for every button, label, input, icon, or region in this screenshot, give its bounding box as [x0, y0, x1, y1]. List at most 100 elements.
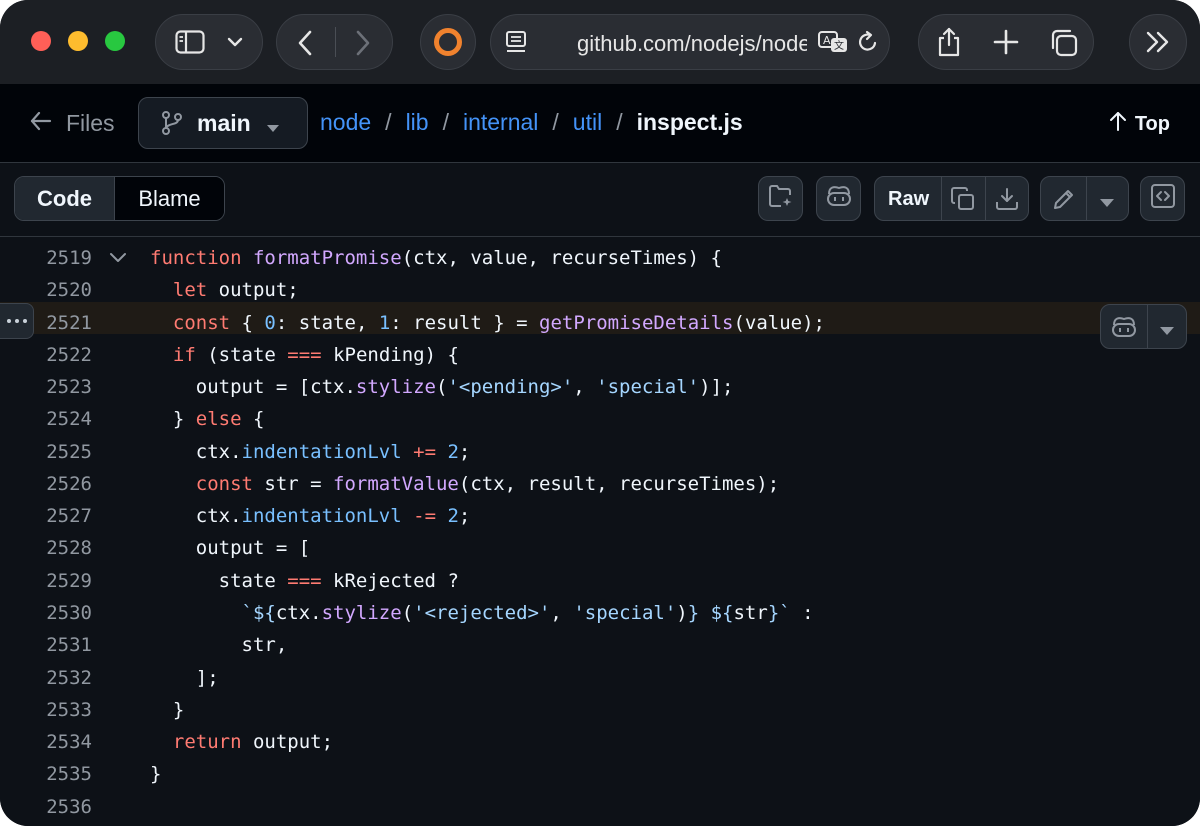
address-bar[interactable]: github.com/nodejs/node A文 [490, 14, 890, 70]
tabs-overview-icon[interactable] [1049, 28, 1079, 58]
line-number[interactable]: 2534 [0, 726, 92, 758]
add-file-button[interactable] [758, 176, 803, 221]
branch-selector-button[interactable]: main [138, 97, 308, 149]
code-line[interactable]: 2521 const { 0: state, 1: result } = get… [0, 307, 1200, 339]
line-number[interactable]: 2524 [0, 403, 92, 435]
line-number[interactable]: 2532 [0, 662, 92, 694]
breadcrumb-separator: / [552, 109, 559, 135]
breadcrumb: node / lib / internal / util / inspect.j… [320, 109, 743, 136]
symbols-icon [1150, 183, 1176, 214]
browser-toolbar: github.com/nodejs/node A文 [0, 0, 1200, 85]
browser-window: github.com/nodejs/node A文 Files main nod… [0, 0, 1200, 826]
code-line[interactable]: 2532 ]; [0, 662, 1200, 694]
file-name: inspect.js [636, 109, 743, 135]
code-line[interactable]: 2528 output = [ [0, 532, 1200, 564]
line-source: ctx.indentationLvl += 2; [150, 440, 471, 463]
share-icon[interactable] [935, 26, 963, 58]
code-line[interactable]: 2523 output = [ctx.stylize('<pending>', … [0, 371, 1200, 403]
top-link[interactable]: Top [1109, 111, 1170, 137]
line-number[interactable]: 2526 [0, 468, 92, 500]
line-number[interactable]: 2527 [0, 500, 92, 532]
line-number[interactable]: 2520 [0, 274, 92, 306]
code-line[interactable]: 2520 let output; [0, 274, 1200, 306]
line-number[interactable]: 2535 [0, 758, 92, 790]
line-number[interactable]: 2523 [0, 371, 92, 403]
zoom-window-button[interactable] [105, 31, 125, 51]
line-options-button[interactable] [0, 303, 34, 339]
close-window-button[interactable] [31, 31, 51, 51]
line-source: str, [150, 634, 288, 657]
raw-button[interactable]: Raw [888, 188, 929, 211]
code-line[interactable]: 2524 } else { [0, 403, 1200, 435]
code-line[interactable]: 2529 state === kRejected ? [0, 565, 1200, 597]
line-source: if (state === kPending) { [172, 343, 459, 366]
chevron-down-icon[interactable] [1100, 195, 1114, 213]
code-line[interactable]: 2536 [0, 791, 1200, 823]
line-source: `${ctx.stylize('<rejected>', 'special')}… [241, 601, 814, 624]
symbols-button[interactable] [1140, 176, 1185, 221]
line-number[interactable]: 2529 [0, 565, 92, 597]
reload-icon[interactable] [857, 30, 879, 54]
line-number[interactable]: 2519 [0, 242, 92, 274]
line-number[interactable]: 2525 [0, 436, 92, 468]
breadcrumb-separator: / [616, 109, 623, 135]
line-source: output = [ctx.stylize('<pending>', 'spec… [150, 376, 734, 399]
breadcrumb-separator: / [385, 109, 392, 135]
nav-divider [335, 27, 336, 57]
line-source: const str = formatValue(ctx, result, rec… [195, 472, 780, 495]
translate-icon[interactable]: A文 [817, 30, 849, 54]
svg-text:文: 文 [834, 39, 844, 52]
line-copilot-button[interactable] [1100, 304, 1187, 349]
copy-icon[interactable] [950, 186, 976, 217]
code-line[interactable]: 2527 ctx.indentationLvl -= 2; [0, 500, 1200, 532]
code-line[interactable]: 2525 ctx.indentationLvl += 2; [0, 436, 1200, 468]
tab-code[interactable]: Code [15, 177, 115, 220]
new-tab-icon[interactable] [993, 29, 1019, 55]
tab-blame[interactable]: Blame [115, 177, 224, 220]
line-number[interactable]: 2522 [0, 339, 92, 371]
more-button[interactable] [1129, 14, 1187, 70]
breadcrumb-internal[interactable]: internal [463, 109, 538, 136]
back-icon[interactable] [297, 30, 313, 56]
line-number[interactable]: 2528 [0, 532, 92, 564]
breadcrumb-util[interactable]: util [573, 109, 602, 136]
tab-actions-group [918, 14, 1094, 70]
line-number[interactable]: 2531 [0, 629, 92, 661]
sidebar-toggle-button[interactable] [155, 14, 263, 70]
code-line[interactable]: 2526 const str = formatValue(ctx, result… [0, 468, 1200, 500]
download-icon[interactable] [994, 186, 1020, 217]
kebab-horizontal-icon [5, 309, 29, 329]
file-header: Files main node / lib / internal / util … [0, 84, 1200, 163]
line-source: return output; [172, 731, 334, 754]
line-source: output = [ [150, 537, 311, 560]
extension-button[interactable] [420, 14, 476, 70]
breadcrumb-lib[interactable]: lib [406, 109, 429, 136]
line-number[interactable]: 2533 [0, 694, 92, 726]
button-divider [1086, 177, 1087, 220]
svg-text:A: A [823, 34, 831, 47]
minimize-window-button[interactable] [68, 31, 88, 51]
code-line[interactable]: 2519 function formatPromise(ctx, value, r… [0, 242, 1200, 274]
breadcrumb-node[interactable]: node [320, 109, 371, 136]
file-actions-bar: Code Blame Raw [0, 163, 1200, 237]
code-line[interactable]: 2522 if (state === kPending) { [0, 339, 1200, 371]
forward-icon[interactable] [355, 30, 371, 56]
code-line[interactable]: 2535} [0, 758, 1200, 790]
code-view[interactable]: 2519 function formatPromise(ctx, value, r… [0, 237, 1200, 826]
copilot-icon [1110, 315, 1138, 344]
reader-icon[interactable] [505, 30, 527, 54]
button-divider [985, 177, 986, 220]
add-file-icon [768, 184, 794, 213]
url-text[interactable]: github.com/nodejs/node [577, 31, 807, 57]
line-number[interactable]: 2536 [0, 791, 92, 823]
code-line[interactable]: 2531 str, [0, 629, 1200, 661]
line-number[interactable]: 2530 [0, 597, 92, 629]
line-source: let output; [172, 279, 299, 302]
code-line[interactable]: 2534 return output; [0, 726, 1200, 758]
copilot-button[interactable] [816, 176, 861, 221]
code-line[interactable]: 2530 `${ctx.stylize('<rejected>', 'speci… [0, 597, 1200, 629]
edit-icon[interactable] [1051, 186, 1077, 217]
code-line[interactable]: 2533 } [0, 694, 1200, 726]
files-link[interactable]: Files [30, 110, 115, 137]
fold-chevron-icon[interactable] [109, 251, 127, 269]
